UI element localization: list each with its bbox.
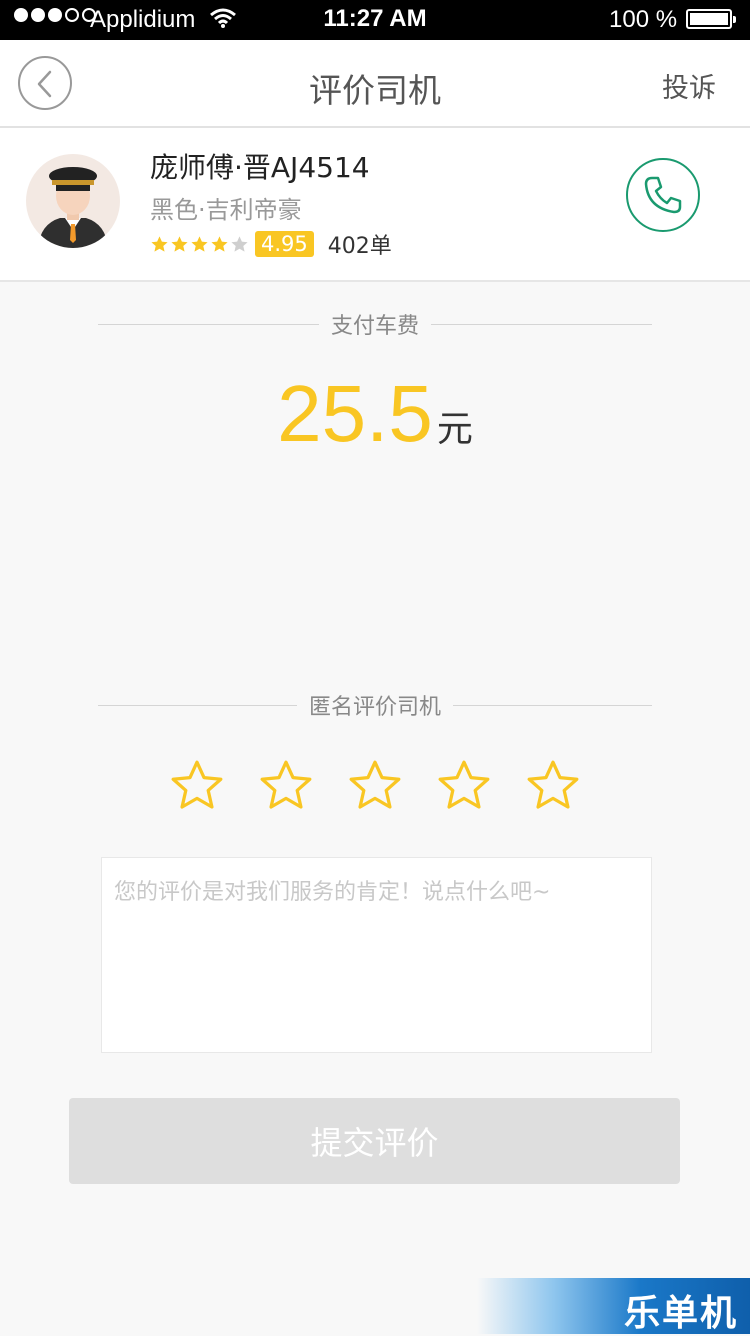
complain-button[interactable]: 投诉 — [662, 66, 716, 105]
battery-percentage: 100 % — [609, 6, 678, 33]
star-outline-icon — [349, 760, 401, 809]
watermark-text: 乐单机 — [623, 1293, 738, 1334]
divider — [98, 704, 297, 706]
driver-star-rating — [150, 235, 249, 254]
rating-section-title: 匿名评价司机 — [98, 689, 653, 721]
star-icon — [231, 235, 248, 252]
driver-rating: 4.95 402单 — [150, 228, 392, 260]
rate-star-2[interactable] — [258, 758, 314, 814]
car-info: 黑色·吉利帝豪 — [150, 196, 302, 224]
call-driver-button[interactable] — [626, 158, 700, 232]
page-title: 评价司机 — [309, 71, 441, 110]
driver-avatar — [26, 154, 120, 248]
comment-input[interactable] — [101, 857, 652, 1053]
payment-label: 支付车费 — [331, 314, 420, 339]
rating-stars — [0, 758, 750, 814]
order-count: 402单 — [327, 234, 392, 259]
submit-rating-button[interactable]: 提交评价 — [69, 1098, 680, 1184]
nav-bar: 评价司机 投诉 — [0, 40, 750, 128]
watermark-logo: 乐单机 — [477, 1278, 750, 1334]
star-outline-icon — [171, 760, 223, 809]
fare-display: 25.5 元 — [0, 368, 750, 460]
star-icon — [191, 235, 208, 252]
payment-section-title: 支付车费 — [98, 308, 653, 340]
rate-star-1[interactable] — [169, 758, 225, 814]
star-icon — [211, 235, 228, 252]
rate-star-3[interactable] — [347, 758, 403, 814]
battery-icon — [686, 9, 736, 29]
star-outline-icon — [527, 760, 579, 809]
rate-star-4[interactable] — [436, 758, 492, 814]
driver-card: 庞师傅·晋AJ4514 黑色·吉利帝豪 4.95 402单 — [0, 128, 750, 282]
star-outline-icon — [260, 760, 312, 809]
divider — [98, 323, 319, 325]
phone-icon — [644, 176, 682, 214]
star-icon — [151, 235, 168, 252]
rating-label: 匿名评价司机 — [309, 695, 442, 720]
fare-amount: 25.5 — [277, 369, 433, 458]
score-badge: 4.95 — [255, 231, 314, 257]
divider — [453, 704, 653, 706]
divider — [431, 323, 653, 325]
star-outline-icon — [438, 760, 490, 809]
rate-star-5[interactable] — [525, 758, 581, 814]
fare-unit: 元 — [436, 409, 473, 450]
status-bar: Applidium 11:27 AM 100 % — [0, 0, 750, 40]
star-icon — [171, 235, 188, 252]
driver-name: 庞师傅·晋AJ4514 — [150, 151, 370, 184]
